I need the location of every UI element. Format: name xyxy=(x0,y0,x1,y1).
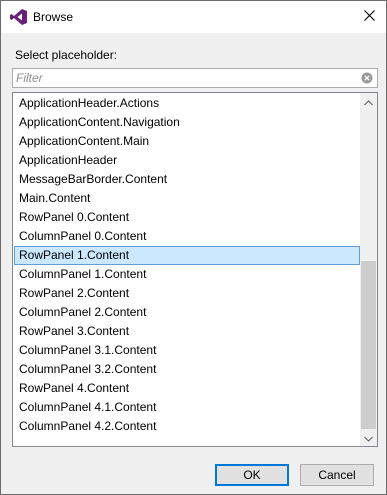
filter-field[interactable] xyxy=(12,68,378,88)
window-title: Browse xyxy=(33,10,74,24)
cancel-button[interactable]: Cancel xyxy=(300,464,374,486)
ok-button[interactable]: OK xyxy=(215,464,289,486)
visual-studio-logo-icon xyxy=(10,9,27,25)
list-item[interactable]: ColumnPanel 3.2.Content xyxy=(14,360,360,379)
list-item[interactable]: ColumnPanel 4.1.Content xyxy=(14,398,360,417)
placeholder-list[interactable]: ApplicationHeader.Actions ApplicationCon… xyxy=(12,92,378,447)
filter-input[interactable] xyxy=(16,70,356,86)
list-item[interactable]: ApplicationContent.Navigation xyxy=(14,113,360,132)
list-item[interactable]: RowPanel 0.Content xyxy=(14,208,360,227)
close-button[interactable] xyxy=(352,1,386,33)
close-icon xyxy=(363,10,375,24)
select-placeholder-label: Select placeholder: xyxy=(15,48,118,62)
list-item[interactable]: RowPanel 3.Content xyxy=(14,322,360,341)
chevron-up-icon xyxy=(364,95,373,109)
list-item[interactable]: ColumnPanel 3.1.Content xyxy=(14,341,360,360)
dialog-footer: OK Cancel xyxy=(1,449,386,494)
list-item[interactable]: RowPanel 4.Content xyxy=(14,379,360,398)
scroll-down-button[interactable] xyxy=(360,429,377,446)
list-item[interactable]: MessageBarBorder.Content xyxy=(14,170,360,189)
list-item[interactable]: ColumnPanel 0.Content xyxy=(14,227,360,246)
chevron-down-icon xyxy=(364,431,373,445)
scroll-up-button[interactable] xyxy=(360,93,377,110)
list-item[interactable]: Main.Content xyxy=(14,189,360,208)
list-item-selected[interactable]: RowPanel 1.Content xyxy=(14,246,360,265)
title-bar: Browse xyxy=(1,1,386,33)
list-item[interactable]: ApplicationContent.Main xyxy=(14,132,360,151)
clear-filter-icon[interactable] xyxy=(361,72,373,84)
browse-dialog: Browse Select placeholder: ApplicationHe… xyxy=(0,0,387,495)
vertical-scrollbar[interactable] xyxy=(360,93,377,446)
scrollbar-thumb[interactable] xyxy=(361,261,376,429)
list-item[interactable]: RowPanel 2.Content xyxy=(14,284,360,303)
list-item[interactable]: ColumnPanel 2.Content xyxy=(14,303,360,322)
list-item[interactable]: ApplicationHeader.Actions xyxy=(14,94,360,113)
list-item[interactable]: ColumnPanel 1.Content xyxy=(14,265,360,284)
list-item[interactable]: ColumnPanel 4.2.Content xyxy=(14,417,360,436)
list-item[interactable]: ApplicationHeader xyxy=(14,151,360,170)
